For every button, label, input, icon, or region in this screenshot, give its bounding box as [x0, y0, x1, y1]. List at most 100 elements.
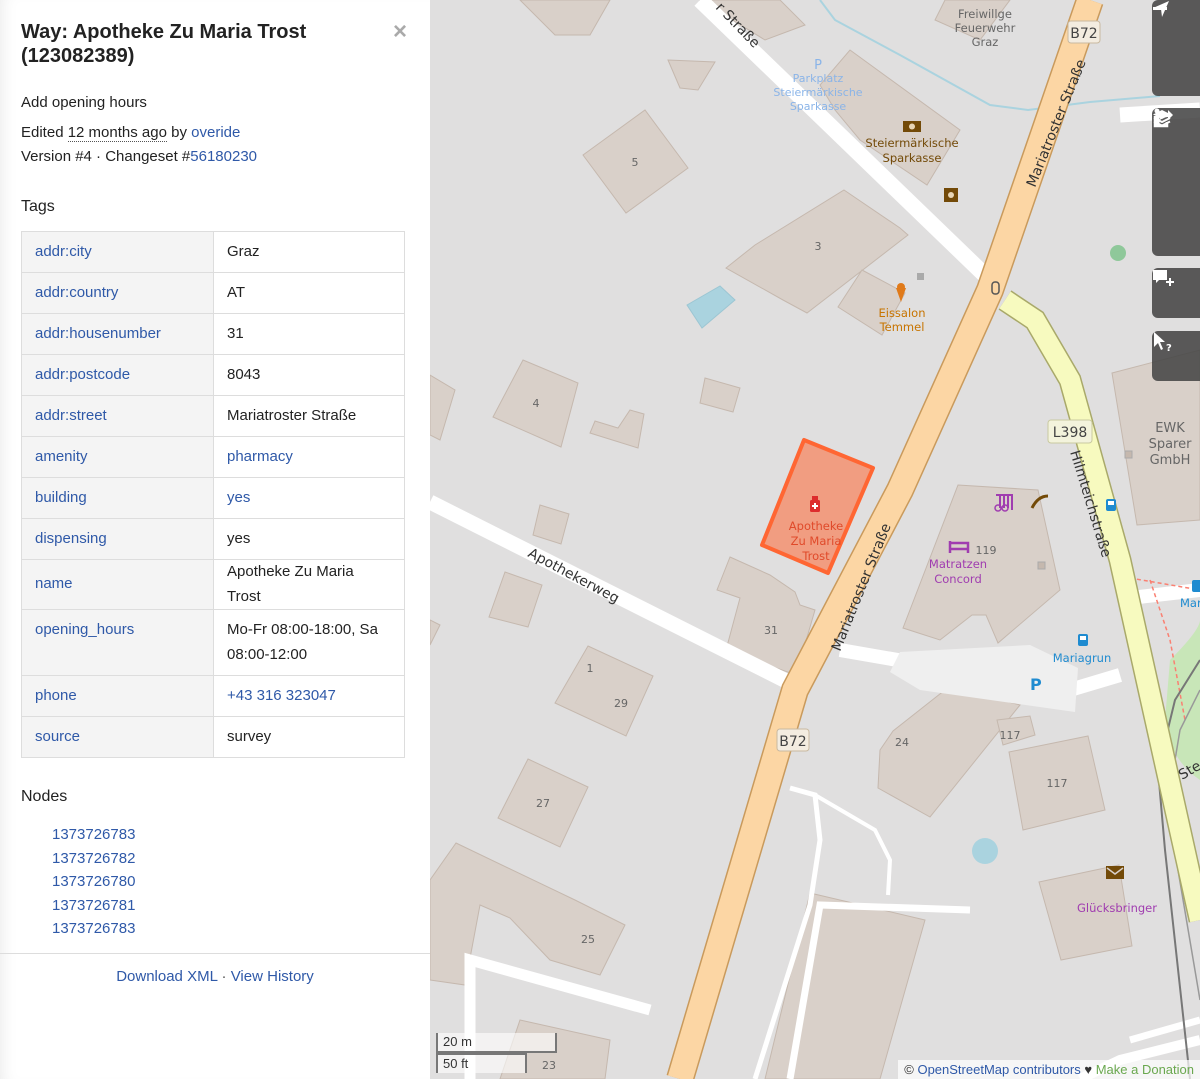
footway [813, 793, 893, 896]
node-link[interactable]: 1373726781 [52, 897, 135, 914]
share-button[interactable] [1152, 110, 1200, 258]
download-xml-link[interactable]: Download XML [116, 968, 217, 985]
tag-row: amenity pharmacy [21, 436, 405, 478]
attribution: © OpenStreetMap contributors ♥ Make a Do… [898, 1060, 1200, 1079]
bus-stop-icon [1192, 580, 1200, 592]
building-24 [877, 685, 1021, 818]
node-link[interactable]: 1373726780 [52, 873, 135, 890]
entrance-icon [917, 273, 924, 280]
tag-value: Apotheke Zu Maria Trost [213, 559, 405, 610]
tag-key-link[interactable]: addr:country [35, 284, 118, 301]
donate-link[interactable]: Make a Donation [1096, 1062, 1194, 1077]
route-shield-l398: L398 [1047, 419, 1093, 444]
tag-key: source [21, 716, 214, 758]
ice-cream-icon-top [897, 283, 905, 291]
copyright-symbol: © [904, 1062, 918, 1077]
nodes-heading: Nodes [21, 788, 68, 805]
housenumber: 3 [815, 240, 822, 253]
page-title: Way: Apotheke Zu Maria Trost (123082389) [21, 21, 307, 67]
tag-key-link[interactable]: opening_hours [35, 621, 134, 638]
post-box-icon [1106, 866, 1124, 879]
route-shield-b72: B72 [1067, 20, 1101, 44]
scale-metric: 20 m [436, 1033, 557, 1053]
user-link[interactable]: overide [191, 124, 240, 141]
building [667, 59, 716, 91]
parking-label: Sparkasse [790, 100, 847, 113]
locate-button[interactable] [1152, 1, 1200, 100]
tag-value-text: Apotheke Zu Maria Trost [227, 563, 354, 605]
osm-contributors-link[interactable]: OpenStreetMap contributors [917, 1062, 1080, 1077]
map[interactable]: B72 B72 L398 r Straße Mariatroster Straß… [430, 0, 1200, 1079]
tag-row: addr:housenumber 31 [21, 313, 405, 355]
housenumber: 29 [614, 697, 628, 710]
route-label: B72 [779, 734, 806, 750]
housenumber: 27 [536, 797, 550, 810]
tag-key-link[interactable]: addr:postcode [35, 366, 130, 383]
building [699, 377, 741, 413]
tag-key: opening_hours [21, 609, 214, 676]
tag-value-text: Graz [227, 242, 260, 260]
parking-label: Parkplatz [793, 72, 844, 85]
building [764, 892, 926, 1079]
entrance-icon [1124, 450, 1133, 459]
poi-label-mariagrun: Mariagrun [1053, 651, 1112, 665]
tag-key-link[interactable]: phone [35, 687, 77, 704]
tag-key-link[interactable]: building [35, 489, 87, 506]
close-button[interactable]: × [393, 20, 407, 44]
housenumber: 25 [581, 933, 595, 946]
housenumber: 31 [764, 624, 778, 637]
map-controls-navigation [1152, 0, 1200, 96]
tag-value-link[interactable]: pharmacy [227, 448, 293, 465]
bus-stop-icon [1078, 634, 1088, 646]
list-item: 1373726783 [52, 823, 405, 847]
tag-key-link[interactable]: addr:street [35, 407, 107, 424]
tag-row: addr:city Graz [21, 231, 405, 273]
add-note-button[interactable] [1152, 268, 1200, 318]
list-item: 1373726780 [52, 870, 405, 894]
map-key-button[interactable] [1152, 108, 1200, 208]
tag-value: Mo-Fr 08:00-18:00, Sa 08:00-12:00 [213, 609, 405, 676]
housenumber: 117 [1000, 729, 1021, 742]
tag-row: name Apotheke Zu Maria Trost [21, 559, 405, 610]
tag-key-link[interactable]: addr:housenumber [35, 325, 161, 342]
route-label: L398 [1053, 425, 1088, 441]
map-canvas[interactable]: B72 B72 L398 r Straße Mariatroster Straß… [430, 0, 1200, 1079]
node-link[interactable]: 1373726783 [52, 920, 135, 937]
changeset-link[interactable]: 56180230 [190, 148, 257, 165]
tag-key: building [21, 477, 214, 519]
tag-key-link[interactable]: source [35, 728, 80, 745]
map-controls-panels [1152, 108, 1200, 256]
building-25 [430, 842, 626, 986]
tag-value-text: AT [227, 283, 246, 301]
housenumber: 4 [533, 397, 540, 410]
tag-key-link[interactable]: name [35, 575, 73, 592]
building-29 [554, 645, 654, 737]
route-label: B72 [1070, 26, 1097, 42]
tag-value: Graz [213, 231, 405, 273]
node-link[interactable]: 1373726782 [52, 850, 135, 867]
tags-heading: Tags [21, 198, 55, 215]
tag-row: opening_hours Mo-Fr 08:00-18:00, Sa 08:00… [21, 609, 405, 676]
building [532, 504, 570, 545]
water-basin [686, 285, 736, 329]
tag-value: AT [213, 272, 405, 314]
tag-value-link[interactable]: yes [227, 489, 250, 506]
node-link[interactable]: 1373726783 [52, 826, 135, 843]
tag-row: source survey [21, 716, 405, 758]
tag-key-link[interactable]: addr:city [35, 243, 92, 260]
route-shield-b72: B72 [776, 728, 810, 752]
parking-label: Steiermärkische [773, 86, 862, 99]
tag-value: 31 [213, 313, 405, 355]
tag-value-link[interactable]: +43 316 323047 [227, 687, 336, 704]
tag-key-link[interactable]: dispensing [35, 530, 107, 547]
tag-key: addr:country [21, 272, 214, 314]
tag-key: name [21, 559, 214, 610]
bus-stop-icon [1106, 499, 1116, 511]
edit-meta: Edited 12 months ago by overide Version … [21, 121, 405, 168]
view-history-link[interactable]: View History [231, 968, 314, 985]
sidebar-footer: Download XML · View History [0, 953, 430, 985]
tag-key-link[interactable]: amenity [35, 448, 88, 465]
heart-icon: ♥ [1080, 1062, 1096, 1077]
query-features-button[interactable]: ? [1152, 331, 1200, 381]
tag-row: addr:postcode 8043 [21, 354, 405, 396]
